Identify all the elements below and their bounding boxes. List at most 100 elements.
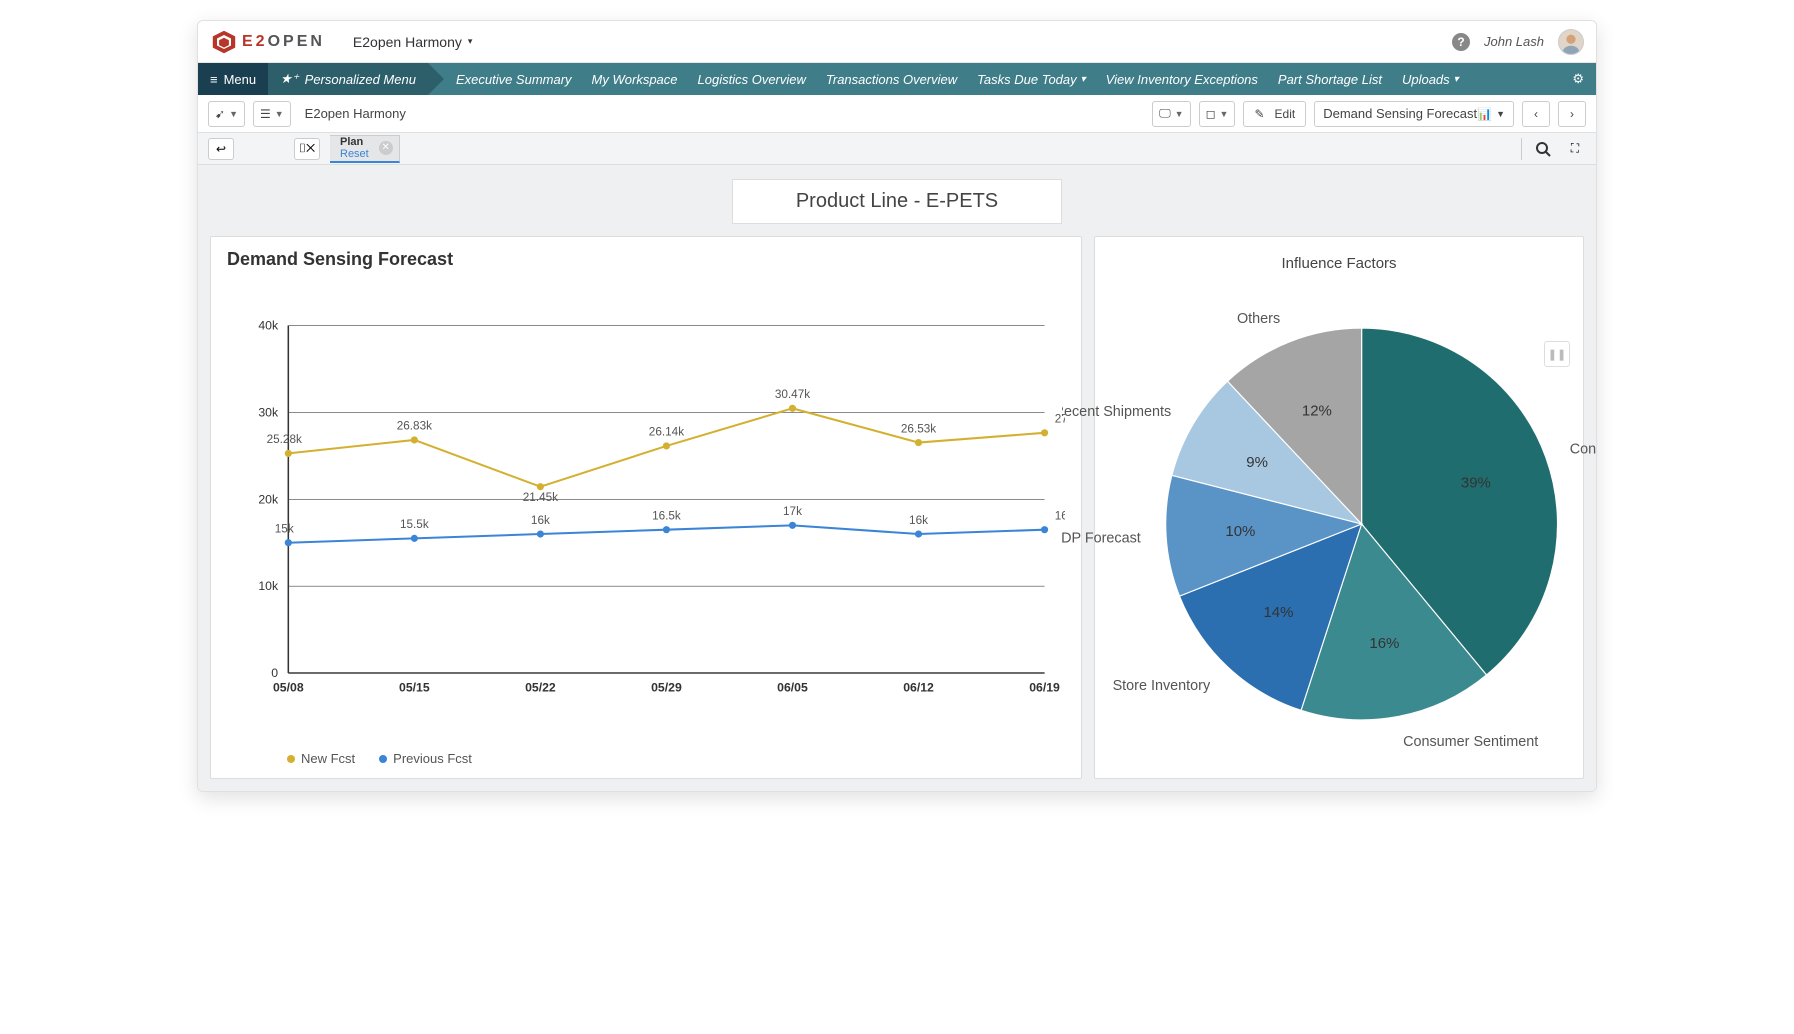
edit-button[interactable]: ✎ Edit [1243,101,1306,127]
svg-text:21.45k: 21.45k [523,491,558,504]
nav-personalized-menu[interactable]: ★⁺ Personalized Menu [268,63,428,95]
compass-dropdown[interactable]: ➹▼ [208,101,245,127]
svg-text:15.5k: 15.5k [400,518,429,531]
svg-text:05/08: 05/08 [273,680,304,694]
pause-button[interactable]: ❚❚ [1544,341,1570,367]
svg-text:05/22: 05/22 [525,680,556,694]
next-button[interactable]: › [1558,101,1586,127]
bookmark-dropdown[interactable]: ◻▼ [1199,101,1236,127]
nav-item-0[interactable]: Executive Summary [456,72,572,87]
app-picker[interactable]: E2open Harmony ▾ [353,34,472,50]
close-icon[interactable]: ✕ [379,141,393,155]
app-window: E2OPEN E2open Harmony ▾ ? John Lash ≡ Me… [197,20,1597,792]
plan-row: ↩ ⌷✕ Plan Reset ✕ ⛶ [198,133,1596,165]
legend-dot-icon [287,755,295,763]
logo: E2OPEN [210,28,325,56]
svg-text:Recent Shipments: Recent Shipments [1062,404,1171,420]
nav-item-4[interactable]: Tasks Due Today▾ [977,72,1086,87]
svg-text:39%: 39% [1461,474,1491,491]
logo-icon [210,28,238,56]
clear-selection-button[interactable]: ⌷✕ [294,138,320,160]
chevron-down-icon: ▾ [1081,74,1086,85]
svg-text:06/05: 06/05 [777,680,808,694]
chevron-down-icon: ▾ [1454,74,1459,85]
nav-item-1[interactable]: My Workspace [592,72,678,87]
clear-icon: ⌷✕ [299,141,315,156]
app-picker-label: E2open Harmony [353,34,462,50]
nav-items: Executive Summary My Workspace Logistics O… [428,63,1459,95]
svg-text:16.5k: 16.5k [652,509,681,522]
svg-text:30k: 30k [258,406,279,420]
monitor-icon: 🖵 [1159,106,1171,121]
svg-text:10k: 10k [258,579,279,593]
legend-label: Previous Fcst [393,751,472,766]
compass-icon: ➹ [215,107,225,121]
nav-item-label: Executive Summary [456,72,572,87]
nav-bar: ≡ Menu ★⁺ Personalized Menu Executive Su… [198,63,1596,95]
nav-item-2[interactable]: Logistics Overview [698,72,806,87]
nav-menu-button[interactable]: ≡ Menu [198,63,268,95]
svg-text:15k: 15k [275,522,294,535]
help-icon[interactable]: ? [1452,33,1470,51]
nav-personalized-label: Personalized Menu [305,72,416,87]
pencil-icon: ✎ [1254,107,1264,121]
nav-menu-label: Menu [224,72,257,87]
avatar[interactable] [1558,29,1584,55]
svg-text:12%: 12% [1302,403,1332,420]
list-icon: ☰ [260,107,271,121]
nav-settings[interactable]: ⚙ [1560,63,1596,95]
svg-text:25.28k: 25.28k [267,433,302,446]
back-arrow-icon: ↩ [216,142,226,156]
bookmark-icon: ◻ [1206,107,1216,121]
prev-button[interactable]: ‹ [1522,101,1550,127]
search-button[interactable] [1532,138,1554,160]
nav-item-6[interactable]: Part Shortage List [1278,72,1382,87]
search-icon [1535,141,1551,157]
star-icon: ★⁺ [280,71,299,87]
pause-icon: ❚❚ [1548,348,1566,361]
svg-text:0: 0 [271,666,278,680]
nav-item-label: View Inventory Exceptions [1106,72,1258,87]
nav-item-7[interactable]: Uploads ▾ [1402,72,1459,87]
view-name-box[interactable]: Demand Sensing Forecast 📊 ▼ [1314,101,1514,127]
svg-text:Store Inventory: Store Inventory [1113,678,1211,694]
chevron-down-icon: ▾ [468,36,473,47]
svg-text:Consumer Sa...: Consumer Sa... [1570,442,1596,458]
line-chart-title: Demand Sensing Forecast [227,249,1065,270]
toolbar: ➹▼ ☰▼ E2open Harmony 🖵▼ ◻▼ ✎ Edit Demand… [198,95,1596,133]
svg-text:16%: 16% [1370,635,1400,652]
present-dropdown[interactable]: 🖵▼ [1152,101,1191,127]
svg-text:26.53k: 26.53k [901,422,936,435]
svg-text:06/19: 06/19 [1029,680,1060,694]
edit-label: Edit [1275,107,1296,121]
fullscreen-icon: ⛶ [1571,141,1579,156]
svg-text:9%: 9% [1247,454,1269,471]
nav-item-3[interactable]: Transactions Overview [826,72,957,87]
svg-text:Consumer Sentiment: Consumer Sentiment [1404,734,1539,750]
plan-tab-subtitle: Reset [340,148,369,160]
list-dropdown[interactable]: ☰▼ [253,101,291,127]
line-chart: 010k20k30k40k05/0805/1505/2205/2906/0506… [227,276,1065,743]
line-chart-panel: Demand Sensing Forecast 010k20k30k40k05/… [210,236,1082,779]
legend-dot-icon [379,755,387,763]
chevron-down-icon: ▼ [1496,109,1505,119]
brand-bar: E2OPEN E2open Harmony ▾ ? John Lash [198,21,1596,63]
logo-text: E2OPEN [242,33,325,51]
plan-tab-title: Plan [340,136,369,148]
back-button[interactable]: ↩ [208,138,234,160]
divider [1521,138,1522,160]
svg-text:17k: 17k [783,505,802,518]
nav-item-5[interactable]: View Inventory Exceptions [1106,72,1258,87]
fullscreen-button[interactable]: ⛶ [1564,138,1586,160]
chevron-right-icon: › [1570,107,1574,121]
svg-text:16k: 16k [909,514,928,527]
plan-tab[interactable]: Plan Reset ✕ [330,135,400,163]
svg-text:06/12: 06/12 [903,680,934,694]
chart-glyph-icon: 📊 [1477,107,1492,121]
view-name-label: Demand Sensing Forecast [1323,106,1477,121]
chevron-left-icon: ‹ [1534,107,1538,121]
pie-chart-panel: Influence Factors 39%Consumer Sa...16%Co… [1094,236,1584,779]
svg-text:20k: 20k [258,492,279,506]
svg-text:30.47k: 30.47k [775,388,810,401]
nav-item-label: Uploads [1402,72,1450,87]
